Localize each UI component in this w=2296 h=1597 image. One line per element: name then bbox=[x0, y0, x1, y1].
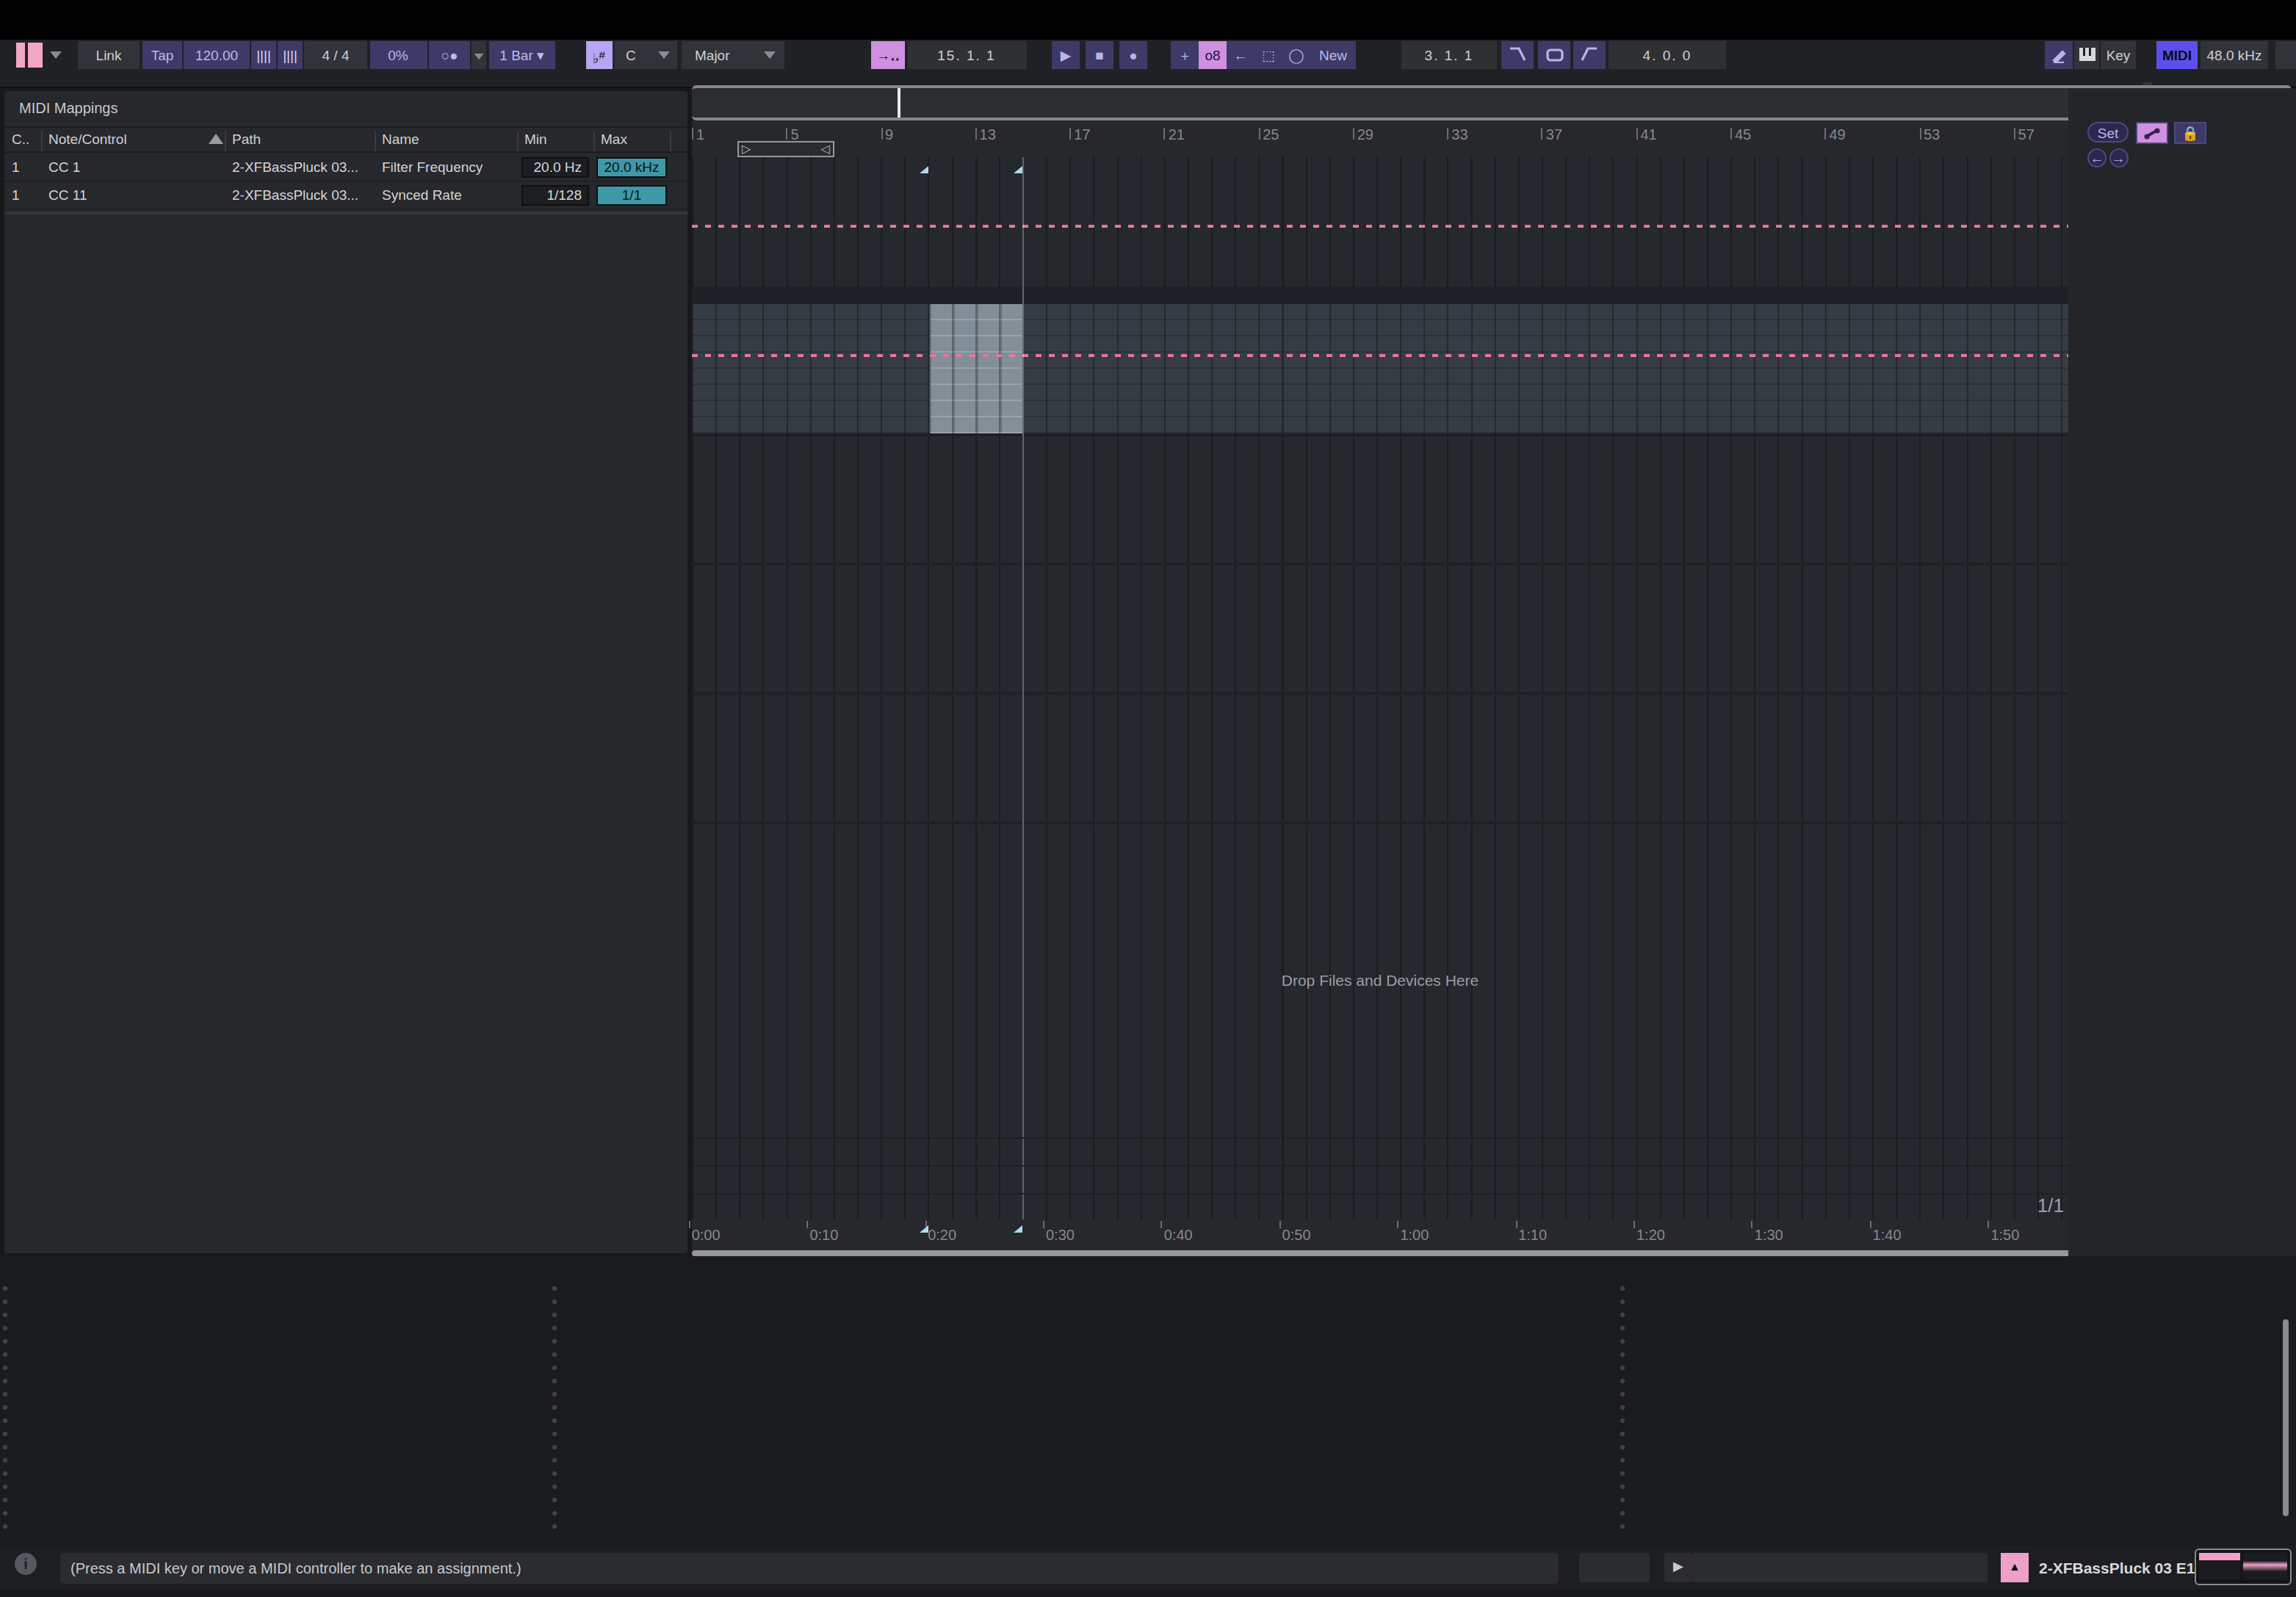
device-chain-thumbnail bbox=[2195, 1549, 2292, 1585]
transport-toolbar: Link Tap 120.00 |||| |||| 4 / 4 0% ○● 1 … bbox=[0, 40, 2296, 88]
computer-midi-keyboard-button[interactable] bbox=[2074, 41, 2099, 69]
scale-select[interactable]: Major bbox=[682, 41, 784, 69]
track-header-panel: Set 🔒 ← → bbox=[2068, 88, 2296, 1256]
row-name: Synced Rate bbox=[382, 187, 462, 203]
grid-size-label: 1/1 bbox=[1954, 1194, 2064, 1216]
preview-play-button[interactable]: ▶ bbox=[1664, 1553, 1692, 1582]
highlight-button[interactable]: ◯ bbox=[1282, 41, 1310, 69]
row-control: CC 1 bbox=[48, 159, 80, 175]
key-map-button[interactable]: Key bbox=[2101, 41, 2136, 69]
col-note[interactable]: Note/Control bbox=[48, 131, 127, 147]
overview-playhead bbox=[898, 88, 900, 118]
time-signature-field[interactable]: 4 / 4 bbox=[304, 41, 367, 69]
window-titlebar bbox=[0, 0, 2296, 40]
status-message: (Press a MIDI key or move a MIDI control… bbox=[60, 1553, 1559, 1584]
info-icon: i bbox=[15, 1553, 37, 1575]
row-channel: 1 bbox=[12, 187, 20, 203]
live-logo bbox=[16, 43, 25, 68]
back-to-arrangement-button[interactable]: ← bbox=[1227, 41, 1255, 69]
overdub-plus-button[interactable]: ＋ bbox=[1171, 41, 1199, 69]
metronome-button[interactable]: ○● bbox=[429, 41, 470, 69]
stop-button[interactable]: ■ bbox=[1086, 41, 1113, 69]
automation-line-track1[interactable] bbox=[692, 225, 2068, 228]
beat-time-ruler[interactable]: 159131721252933374145495357 ▷◁ bbox=[692, 120, 2068, 157]
undo-arrow-button[interactable]: ← bbox=[2087, 148, 2107, 167]
device-collapse-button[interactable]: ▲ bbox=[2001, 1553, 2029, 1582]
marker-triangle bbox=[1014, 1225, 1022, 1233]
row-control: CC 11 bbox=[48, 187, 87, 203]
record-button[interactable]: ● bbox=[1119, 41, 1147, 69]
sample-rate-display: 48.0 kHz bbox=[2201, 41, 2268, 69]
tap-tempo-button[interactable]: Tap bbox=[142, 41, 182, 69]
metronome-menu[interactable] bbox=[471, 41, 485, 69]
status-box-1 bbox=[1579, 1553, 1650, 1582]
play-button[interactable]: ▶ bbox=[1052, 41, 1080, 69]
col-min[interactable]: Min bbox=[524, 131, 547, 147]
playhead bbox=[1022, 157, 1024, 1219]
device-view bbox=[0, 1256, 2296, 1546]
punch-out-button[interactable] bbox=[1573, 41, 1606, 69]
horizontal-scrollbar[interactable] bbox=[692, 1250, 2286, 1255]
punch-in-button[interactable] bbox=[1501, 41, 1534, 69]
draw-mode-button[interactable] bbox=[2045, 41, 2073, 69]
tempo-field[interactable]: 120.00 bbox=[184, 41, 250, 69]
midi-map-button[interactable]: MIDI bbox=[2156, 41, 2198, 69]
cpu-meter bbox=[2275, 41, 2296, 69]
arrangement-grid[interactable] bbox=[692, 157, 2068, 1219]
marker-triangle bbox=[920, 1225, 928, 1233]
marker-triangle bbox=[1014, 166, 1022, 173]
key-signature-icon[interactable]: ♭# bbox=[586, 41, 612, 69]
time-ruler[interactable]: 0:000:100:200:300:400:501:001:101:201:30… bbox=[692, 1219, 2068, 1250]
live-logo-2 bbox=[28, 43, 43, 68]
status-box-2 bbox=[1692, 1553, 1988, 1582]
quantize-menu[interactable]: 1 Bar ▾ bbox=[489, 41, 555, 69]
drop-hint: Drop Files and Devices Here bbox=[692, 971, 2068, 989]
device-vscrollbar[interactable] bbox=[2283, 1319, 2289, 1516]
mapping-row[interactable]: 1 CC 1 2-XFBassPluck 03... Filter Freque… bbox=[4, 154, 687, 182]
col-channel[interactable]: C.. bbox=[12, 131, 29, 147]
arrangement-position[interactable]: 15. 1. 1 bbox=[907, 41, 1026, 69]
set-button[interactable]: Set bbox=[2087, 122, 2129, 143]
link-button[interactable]: Link bbox=[78, 41, 140, 69]
loop-length-field[interactable]: 4. 0. 0 bbox=[1609, 41, 1726, 69]
row-channel: 1 bbox=[12, 159, 20, 175]
col-name[interactable]: Name bbox=[382, 131, 419, 147]
pencil-automation-button[interactable] bbox=[2136, 122, 2168, 144]
marker-triangle bbox=[920, 166, 928, 173]
logo-menu-caret[interactable] bbox=[50, 51, 62, 59]
root-note-select[interactable]: C bbox=[614, 41, 677, 69]
row-min[interactable]: 20.0 Hz bbox=[521, 157, 589, 178]
loop-start-field[interactable]: 3. 1. 1 bbox=[1401, 41, 1497, 69]
row-max[interactable]: 20.0 kHz bbox=[596, 157, 667, 178]
loop-switch[interactable] bbox=[1538, 41, 1570, 69]
mappings-table-header: C.. Note/Control Path Name Min Max bbox=[4, 126, 687, 153]
nudge-up-button[interactable]: |||| bbox=[278, 41, 303, 69]
automation-line-track2[interactable] bbox=[692, 354, 2068, 357]
capture-new-button[interactable]: New bbox=[1310, 41, 1356, 69]
midi-mappings-title: MIDI Mappings bbox=[19, 100, 118, 116]
col-max[interactable]: Max bbox=[601, 131, 627, 147]
status-bar: i (Press a MIDI key or move a MIDI contr… bbox=[0, 1546, 2296, 1590]
selected-device-label: 2-XFBassPluck 03 E1 bbox=[2039, 1559, 2195, 1576]
mapping-row[interactable]: 1 CC 11 2-XFBassPluck 03... Synced Rate … bbox=[4, 182, 687, 210]
midi-arrangement-overdub-button[interactable]: o8 bbox=[1199, 41, 1227, 69]
row-name: Filter Frequency bbox=[382, 159, 483, 175]
redo-arrow-button[interactable]: → bbox=[2109, 148, 2128, 167]
midi-mappings-panel: MIDI Mappings C.. Note/Control Path Name… bbox=[4, 91, 687, 1253]
ableton-live-window: Link Tap 120.00 |||| |||| 4 / 4 0% ○● 1 … bbox=[0, 0, 2296, 1597]
arrangement-overview[interactable] bbox=[692, 85, 2292, 120]
lock-envelopes-button[interactable]: 🔒 bbox=[2174, 122, 2206, 144]
draw-mode-box-button[interactable]: ⬚ bbox=[1255, 41, 1282, 69]
row-path: 2-XFBassPluck 03... bbox=[232, 159, 358, 175]
row-max[interactable]: 1/1 bbox=[596, 185, 667, 206]
row-min[interactable]: 1/128 bbox=[521, 185, 589, 206]
loop-brace[interactable]: ▷◁ bbox=[737, 141, 834, 157]
quantize-field[interactable]: 0% bbox=[369, 41, 427, 69]
col-path[interactable]: Path bbox=[232, 131, 261, 147]
nudge-down-button[interactable]: |||| bbox=[251, 41, 276, 69]
row-path: 2-XFBassPluck 03... bbox=[232, 187, 358, 203]
sort-ascending-icon[interactable] bbox=[209, 134, 223, 144]
follow-button[interactable]: →‥ bbox=[871, 41, 905, 69]
